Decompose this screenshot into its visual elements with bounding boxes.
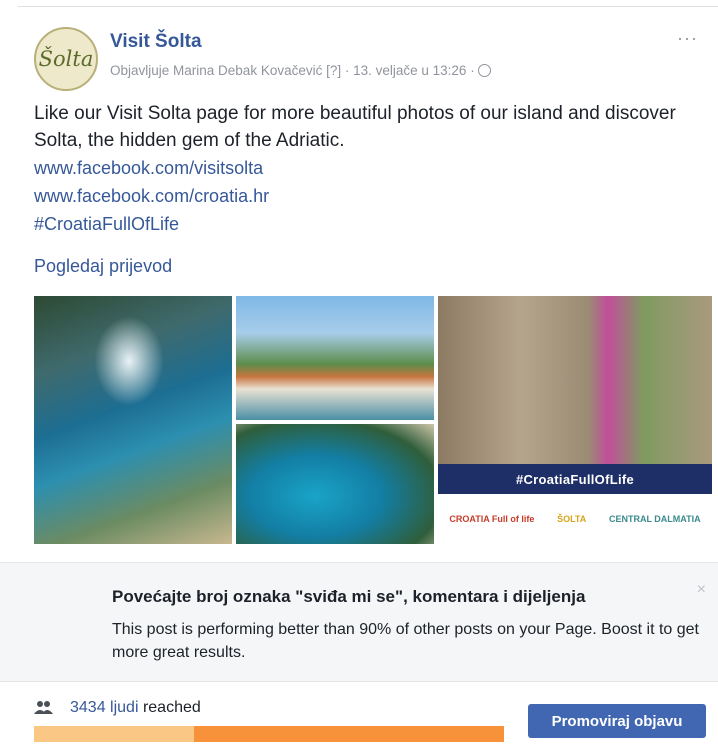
photo-stone-houses[interactable]: [438, 296, 712, 464]
link-croatia[interactable]: www.facebook.com/croatia.hr: [34, 186, 269, 207]
reach-suffix: reached: [138, 699, 201, 716]
boost-body: This post is performing better than 90% …: [112, 621, 699, 661]
reach-bar-organic: [34, 726, 194, 742]
page-name-link[interactable]: Visit Šolta: [110, 31, 202, 53]
boost-post-button[interactable]: Promoviraj objavu: [528, 704, 706, 738]
globe-icon: [477, 64, 491, 77]
more-options-button[interactable]: ···: [677, 28, 698, 49]
reach-count-link[interactable]: 3434 ljudi: [70, 699, 139, 716]
close-icon[interactable]: ×: [697, 581, 706, 599]
logo-strip: CROATIA Full of life ŠOLTA CENTRAL DALMA…: [438, 494, 712, 544]
boost-title: Povećajte broj oznaka "sviđa mi se", kom…: [112, 587, 586, 606]
photo-grid: #CroatiaFullOfLife CROATIA Full of life …: [34, 296, 712, 544]
photo-harbor-village[interactable]: [236, 296, 434, 420]
hashtag-link[interactable]: #CroatiaFullOfLife: [34, 214, 179, 235]
hashtag-banner: #CroatiaFullOfLife: [438, 464, 712, 494]
croatia-logo: CROATIA Full of life: [449, 514, 535, 524]
top-divider: [18, 6, 718, 7]
reach-summary: 3434 ljudi reached: [70, 699, 201, 717]
reach-bar: [34, 726, 504, 742]
post-meta-text: Objavljuje Marina Debak Kovačević [?] · …: [110, 63, 475, 78]
photo-bay-aerial[interactable]: [34, 296, 232, 544]
people-icon: [34, 700, 54, 719]
photo-cove-boats[interactable]: [236, 424, 434, 544]
central-dalmatia-logo: CENTRAL DALMATIA: [608, 514, 701, 524]
post-text: Like our Visit Solta page for more beaut…: [34, 103, 676, 151]
page-avatar[interactable]: Šolta: [34, 27, 98, 91]
link-visitsolta[interactable]: www.facebook.com/visitsolta: [34, 158, 263, 179]
solta-logo: ŠOLTA: [557, 514, 587, 524]
avatar-logo-text: Šolta: [38, 47, 94, 71]
boost-suggestion-panel: Povećajte broj oznaka "sviđa mi se", kom…: [0, 562, 718, 682]
post-meta: Objavljuje Marina Debak Kovačević [?] · …: [110, 63, 491, 78]
see-translation-link[interactable]: Pogledaj prijevod: [34, 256, 172, 277]
reach-bar-remaining: [193, 726, 504, 742]
